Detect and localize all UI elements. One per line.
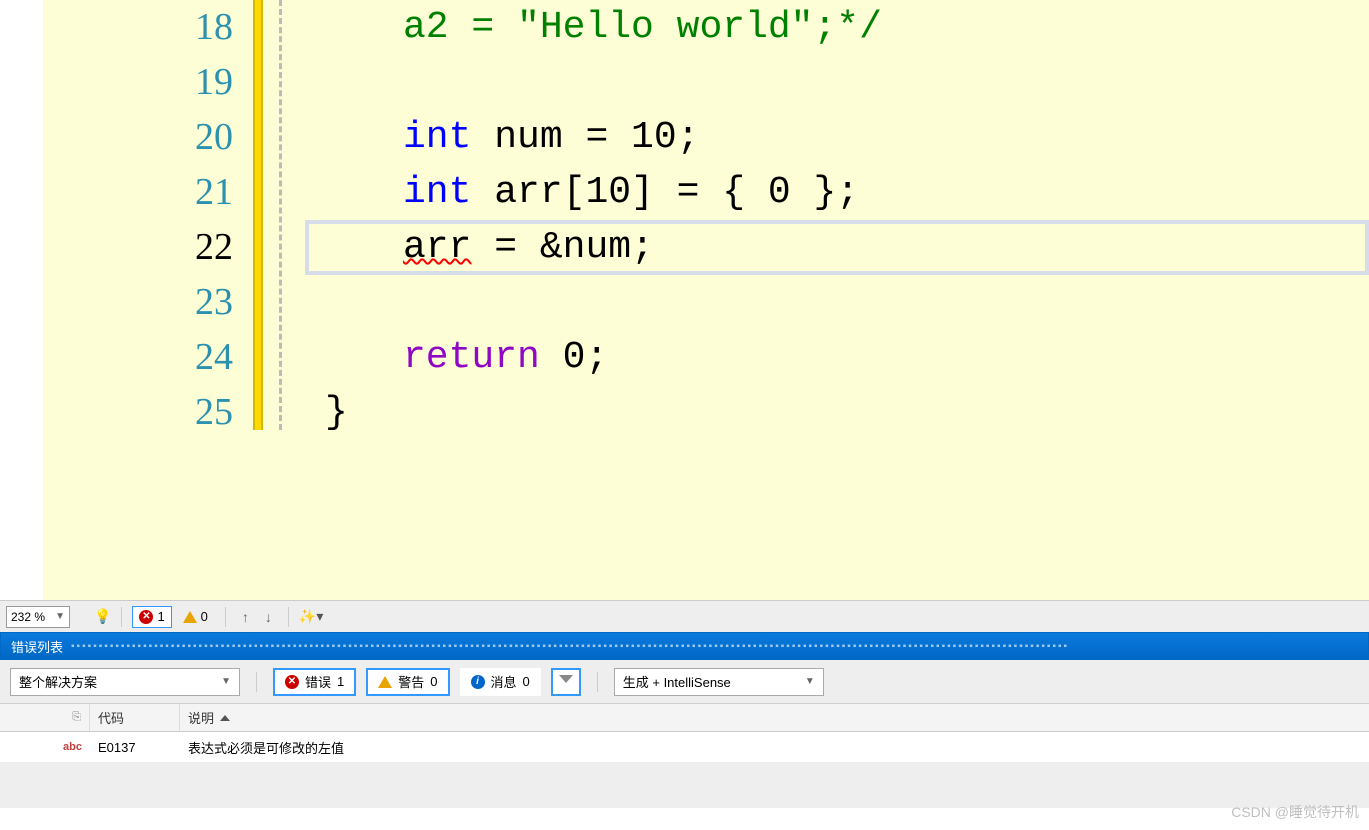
sort-ascending-icon xyxy=(220,715,230,721)
warnings-chip[interactable]: 0 xyxy=(176,606,215,628)
source-combo[interactable]: 生成 + IntelliSense ▼ xyxy=(614,668,824,696)
row-type-icon: abc xyxy=(0,741,90,753)
editor-status-bar: 232 % ▼ 💡 ✕ 1 0 ↑ ↓ ✨▾ xyxy=(0,600,1369,632)
line-number: 20 xyxy=(43,110,233,165)
filter-settings-button[interactable] xyxy=(551,668,581,696)
separator xyxy=(256,672,257,692)
panel-title: 错误列表 xyxy=(11,637,63,656)
watermark: CSDN @睡觉待开机 xyxy=(1231,802,1359,822)
code-cleanup-button[interactable]: ✨▾ xyxy=(299,608,323,625)
line-number: 18 xyxy=(43,0,233,55)
separator xyxy=(121,607,122,627)
change-marker-column xyxy=(253,0,273,600)
error-count: 1 xyxy=(157,609,164,624)
filter-warnings-button[interactable]: 警告 0 xyxy=(366,668,449,696)
line-number: 24 xyxy=(43,330,233,385)
row-code: E0137 xyxy=(90,740,180,755)
code-line-current[interactable]: arr = &num; xyxy=(305,220,1369,275)
scope-value: 整个解决方案 xyxy=(19,672,97,691)
filter-errors-button[interactable]: ✕ 错误 1 xyxy=(273,668,356,696)
separator xyxy=(597,672,598,692)
filter-messages-label: 消息 xyxy=(491,672,517,691)
code-line[interactable]: int arr[10] = { 0 }; xyxy=(313,165,1369,220)
line-number: 25 xyxy=(43,385,233,440)
line-number: 19 xyxy=(43,55,233,110)
source-value: 生成 + IntelliSense xyxy=(623,672,731,691)
filter-messages-button[interactable]: i 消息 0 xyxy=(460,668,541,696)
line-number: 23 xyxy=(43,275,233,330)
separator xyxy=(288,607,289,627)
row-description: 表达式必须是可修改的左值 xyxy=(180,738,1369,757)
error-list-toolbar: 整个解决方案 ▼ ✕ 错误 1 警告 0 i 消息 0 生成 + Intelli… xyxy=(0,660,1369,704)
code-line[interactable]: a2 = "Hello world";*/ xyxy=(313,0,1369,55)
errors-chip[interactable]: ✕ 1 xyxy=(132,606,171,628)
filter-errors-label: 错误 xyxy=(305,672,331,691)
error-grid-empty xyxy=(0,762,1369,808)
code-line[interactable]: return 0; xyxy=(313,330,1369,385)
code-line[interactable]: int num = 10; xyxy=(313,110,1369,165)
code-line[interactable] xyxy=(313,275,1369,330)
column-header-code[interactable]: 代码 xyxy=(90,704,180,731)
panel-grip: ▪▪▪▪▪▪▪▪▪▪▪▪▪▪▪▪▪▪▪▪▪▪▪▪▪▪▪▪▪▪▪▪▪▪▪▪▪▪▪▪… xyxy=(71,641,1358,652)
line-number-current: 22 xyxy=(43,220,233,275)
filter-messages-count: 0 xyxy=(523,674,530,689)
code-line[interactable] xyxy=(313,55,1369,110)
code-content[interactable]: a2 = "Hello world";*/ int num = 10; int … xyxy=(313,0,1369,600)
change-marker xyxy=(253,0,263,430)
filter-warnings-label: 警告 xyxy=(398,672,424,691)
filter-errors-count: 1 xyxy=(337,674,344,689)
prev-issue-button[interactable]: ↑ xyxy=(236,609,255,625)
warning-icon xyxy=(378,676,392,688)
chevron-down-icon: ▼ xyxy=(805,676,815,687)
error-icon: ✕ xyxy=(285,675,299,689)
column-header-icon[interactable]: ⎘ xyxy=(0,704,90,731)
error-squiggle: arr xyxy=(403,220,471,275)
scope-combo[interactable]: 整个解决方案 ▼ xyxy=(10,668,240,696)
separator xyxy=(225,607,226,627)
line-number-gutter: 18 19 20 21 22 23 24 25 xyxy=(43,0,253,600)
editor-left-margin xyxy=(0,0,43,600)
error-icon: ✕ xyxy=(139,610,153,624)
indent-guide xyxy=(279,0,282,430)
filter-warnings-count: 0 xyxy=(430,674,437,689)
chevron-down-icon: ▼ xyxy=(55,611,65,622)
error-list-panel-header[interactable]: 错误列表 ▪▪▪▪▪▪▪▪▪▪▪▪▪▪▪▪▪▪▪▪▪▪▪▪▪▪▪▪▪▪▪▪▪▪▪… xyxy=(0,632,1369,660)
chevron-down-icon: ▼ xyxy=(221,676,231,687)
zoom-level-combo[interactable]: 232 % ▼ xyxy=(6,606,70,628)
next-issue-button[interactable]: ↓ xyxy=(259,609,278,625)
code-editor[interactable]: 18 19 20 21 22 23 24 25 a2 = "Hello worl… xyxy=(0,0,1369,600)
filter-icon xyxy=(559,675,573,689)
scope-guide xyxy=(273,0,313,600)
error-grid-row[interactable]: abc E0137 表达式必须是可修改的左值 xyxy=(0,732,1369,762)
line-number: 21 xyxy=(43,165,233,220)
lightbulb-icon[interactable]: 💡 xyxy=(94,608,111,625)
warning-count: 0 xyxy=(201,609,208,624)
warning-icon xyxy=(183,611,197,623)
info-icon: i xyxy=(471,675,485,689)
column-header-desc[interactable]: 说明 xyxy=(180,704,1369,731)
error-grid-header: ⎘ 代码 说明 xyxy=(0,704,1369,732)
zoom-value: 232 % xyxy=(11,610,45,624)
code-line[interactable]: } xyxy=(313,385,1369,440)
